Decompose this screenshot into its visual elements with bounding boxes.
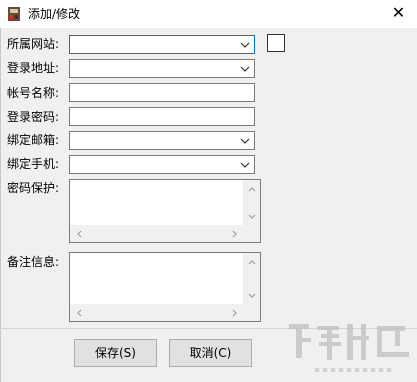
password-protect-label: 密码保护: [7, 181, 60, 195]
bound-phone-combobox[interactable] [69, 155, 255, 174]
notes-textarea[interactable] [69, 252, 261, 322]
caret-down-icon[interactable] [243, 287, 260, 304]
login-url-combobox[interactable] [69, 59, 255, 78]
site-checkbox[interactable] [267, 34, 285, 52]
password-protect-text [71, 181, 243, 225]
app-icon [8, 7, 20, 21]
chevron-down-icon [240, 42, 250, 48]
notes-text [71, 254, 243, 304]
chevron-down-icon [240, 138, 250, 144]
bound-phone-label: 绑定手机: [7, 157, 60, 171]
site-combobox[interactable] [69, 35, 255, 54]
scroll-corner [243, 225, 260, 242]
close-button[interactable]: ✕ [380, 0, 417, 28]
password-protect-textarea[interactable] [69, 179, 261, 243]
caret-left-icon[interactable] [70, 225, 87, 242]
horizontal-scrollbar[interactable] [70, 225, 243, 242]
cancel-button[interactable]: 取消(C) [169, 339, 252, 367]
caret-up-icon[interactable] [243, 180, 260, 197]
horizontal-scrollbar[interactable] [70, 304, 243, 321]
chevron-down-icon [240, 162, 250, 168]
window-title: 添加/修改 [28, 7, 81, 21]
login-url-label: 登录地址: [7, 61, 60, 75]
notes-label: 备注信息: [7, 255, 60, 269]
password-label: 登录密码: [7, 110, 60, 124]
bound-email-label: 绑定邮箱: [7, 133, 60, 147]
caret-right-icon[interactable] [226, 304, 243, 321]
caret-right-icon[interactable] [226, 225, 243, 242]
vertical-scrollbar[interactable] [243, 253, 260, 304]
account-input[interactable] [69, 83, 255, 102]
scroll-corner [243, 304, 260, 321]
caret-left-icon[interactable] [70, 304, 87, 321]
caret-up-icon[interactable] [243, 253, 260, 270]
site-label: 所属网站: [7, 37, 60, 51]
chevron-down-icon [240, 66, 250, 72]
account-label: 帐号名称: [7, 86, 60, 100]
vertical-scrollbar[interactable] [243, 180, 260, 225]
caret-down-icon[interactable] [243, 208, 260, 225]
password-input[interactable] [69, 107, 255, 126]
close-icon: ✕ [391, 3, 406, 22]
bound-email-combobox[interactable] [69, 131, 255, 150]
title-bar: 添加/修改 ✕ [0, 0, 417, 28]
save-button[interactable]: 保存(S) [74, 339, 157, 367]
watermark-logo [289, 324, 409, 372]
